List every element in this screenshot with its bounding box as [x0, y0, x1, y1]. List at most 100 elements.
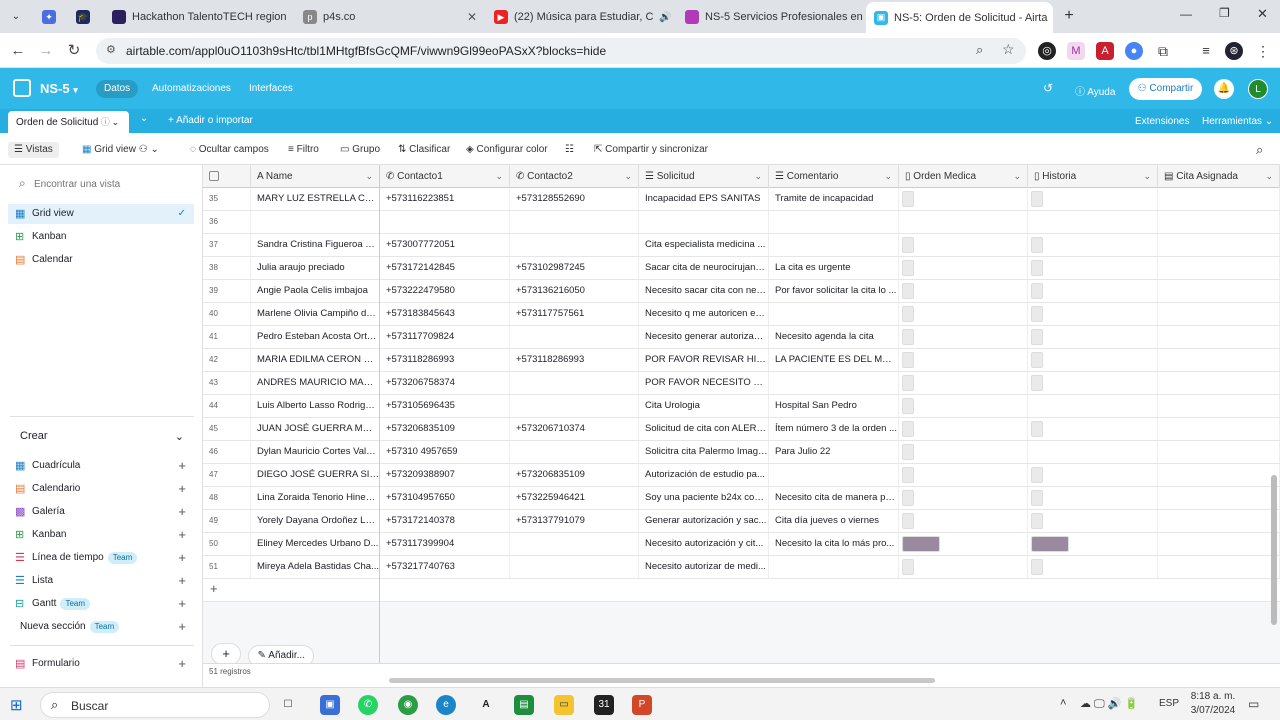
plus-icon[interactable]: + [178, 525, 186, 545]
cell-c2[interactable]: +573206710374 [510, 418, 639, 440]
cell-name[interactable]: Yorely Dayana Ordoñez Lat... [251, 510, 380, 532]
cell-com[interactable]: Ítem número 3 de la orden ... [769, 418, 899, 440]
plus-icon[interactable]: + [178, 654, 186, 674]
whatsapp-icon[interactable]: ✆ [358, 695, 378, 715]
bookmark-star-icon[interactable]: ☆ [1002, 41, 1015, 58]
attachment-thumbnail[interactable] [1031, 490, 1043, 506]
cell-attachment[interactable] [1028, 464, 1158, 486]
table-row[interactable]: 48 Lina Zoraida Tenorio Hinest... +5731049… [203, 487, 1280, 510]
attachment-thumbnail[interactable] [902, 559, 914, 575]
create-timeline[interactable]: ☰ Línea de tiempo Team + [8, 548, 194, 568]
notifications-bell-icon[interactable]: 🔔 [1214, 79, 1234, 99]
app-icon[interactable]: ▤ [514, 695, 534, 715]
zoom-icon[interactable]: ⌕ [976, 42, 983, 58]
chevron-down-icon[interactable]: ⌄ [1013, 165, 1021, 188]
create-calendar[interactable]: ▤ Calendario + [8, 479, 194, 499]
cell-c2[interactable] [510, 556, 639, 578]
plus-icon[interactable]: + [210, 581, 218, 596]
attachment-thumbnail[interactable] [902, 490, 914, 506]
search-icon[interactable]: ⌕ [1256, 142, 1263, 158]
cell-com[interactable]: La cita es urgente [769, 257, 899, 279]
cell-sol[interactable]: Solicitra cita Palermo Imagen [639, 441, 769, 463]
cell-com[interactable] [769, 303, 899, 325]
vertical-scrollbar[interactable] [1271, 475, 1277, 625]
cell-attachment[interactable] [1028, 418, 1158, 440]
cell-attachment[interactable] [1028, 441, 1158, 463]
cell-name[interactable]: Luis Alberto Lasso Rodriguez [251, 395, 380, 417]
chevron-down-icon[interactable]: ⌄ [1265, 165, 1273, 188]
attachment-thumbnail[interactable] [902, 398, 914, 414]
attachment-thumbnail[interactable] [1031, 421, 1043, 437]
cell-attachment[interactable] [899, 211, 1028, 233]
cell-c1[interactable]: +573206758374 [380, 372, 510, 394]
tab-list-chevron-icon[interactable]: ⌄ [8, 9, 24, 25]
cell-sol[interactable]: Solicitud de cita con ALERG... [639, 418, 769, 440]
column-header-comentario[interactable]: ☰ Comentario ⌄ [769, 165, 899, 188]
cell-com[interactable] [769, 234, 899, 256]
cell-c2[interactable]: +573225946421 [510, 487, 639, 509]
cell-attachment[interactable] [899, 510, 1028, 532]
column-header-contacto1[interactable]: ✆ Contacto1 ⌄ [380, 165, 510, 188]
horizontal-scrollbar[interactable] [389, 678, 935, 683]
cell-c2[interactable]: +573118286993 [510, 349, 639, 371]
cell-c2[interactable] [510, 234, 639, 256]
cell-name[interactable] [251, 211, 380, 233]
cell-name[interactable]: Sandra Cristina Figueroa D... [251, 234, 380, 256]
plus-icon[interactable]: + [178, 479, 186, 499]
cell-sol[interactable]: Necesito autorización y cit... [639, 533, 769, 555]
cell-c1[interactable]: +57310 4957659 [380, 441, 510, 463]
cell-com[interactable]: Hospital San Pedro [769, 395, 899, 417]
cell-attachment[interactable] [899, 556, 1028, 578]
profile-icon[interactable]: ⊛ [1225, 42, 1243, 60]
extension-icon[interactable]: ◎ [1038, 42, 1056, 60]
cell-c1[interactable] [380, 211, 510, 233]
cell-name[interactable]: Dylan Mauricio Cortes Vale... [251, 441, 380, 463]
attachment-thumbnail[interactable] [1031, 283, 1043, 299]
attachment-thumbnail[interactable] [1031, 513, 1043, 529]
cell-c1[interactable]: +573104957650 [380, 487, 510, 509]
cell-c1[interactable]: +573118286993 [380, 349, 510, 371]
clock[interactable]: 8:18 a. m. 3/07/2024 [1186, 690, 1240, 718]
cell-com[interactable] [769, 556, 899, 578]
site-info-icon[interactable]: ⚙ [106, 43, 116, 56]
table-row[interactable]: 36 [203, 211, 1280, 234]
attachment-thumbnail[interactable] [1031, 375, 1043, 391]
cell-cita-asignada[interactable] [1158, 533, 1280, 555]
avatar[interactable]: L [1248, 79, 1268, 99]
attachment-thumbnail[interactable] [1031, 329, 1043, 345]
browser-tab-hackathon[interactable]: Hackathon TalentoTECH region✕ [104, 4, 290, 30]
cell-cita-asignada[interactable] [1158, 326, 1280, 348]
cell-sol[interactable]: POR FAVOR NECESITO QUE... [639, 372, 769, 394]
attachment-thumbnail[interactable] [902, 237, 914, 253]
cell-c2[interactable] [510, 326, 639, 348]
cell-c2[interactable] [510, 441, 639, 463]
cell-name[interactable]: Marlene Olivia Campiño de... [251, 303, 380, 325]
attachment-thumbnail[interactable] [902, 352, 914, 368]
cell-c2[interactable]: +573117757561 [510, 303, 639, 325]
cell-name[interactable]: MARIA EDILMA CERON GO... [251, 349, 380, 371]
table-row[interactable]: 43 ANDRES MAURICIO MARTI... +573206758374 P… [203, 372, 1280, 395]
file-explorer-icon[interactable]: ▭ [554, 695, 574, 715]
cell-sol[interactable]: POR FAVOR REVISAR HIST... [639, 349, 769, 371]
close-icon[interactable]: ✕ [467, 10, 477, 24]
add-plus-button[interactable]: + [211, 643, 241, 665]
view-item-grid[interactable]: ▦ Grid view ✓ [8, 204, 194, 224]
cell-com[interactable]: Por favor solicitar la cita lo ... [769, 280, 899, 302]
edge-icon[interactable]: e [436, 695, 456, 715]
cell-c1[interactable]: +573105696435 [380, 395, 510, 417]
tray-chevron-icon[interactable]: ˄ [1060, 697, 1066, 709]
attachment-thumbnail[interactable] [902, 513, 914, 529]
forward-icon[interactable]: → [36, 41, 56, 61]
cell-cita-asignada[interactable] [1158, 418, 1280, 440]
help-link[interactable]: ⓘ Ayuda [1075, 83, 1115, 98]
extensions-button[interactable]: Extensiones [1135, 116, 1189, 127]
cell-com[interactable] [769, 372, 899, 394]
table-row[interactable]: 41 Pedro Esteban Acosta Orte... +573117709… [203, 326, 1280, 349]
extension-icon[interactable]: M [1067, 42, 1085, 60]
table-row[interactable]: 46 Dylan Mauricio Cortes Vale... +57310 49… [203, 441, 1280, 464]
powerpoint-icon[interactable]: P [632, 695, 652, 715]
browser-tab-p4s[interactable]: p p4s.co ✕ [295, 4, 485, 30]
table-tab-orden-de-solicitud[interactable]: Orden de Solicitud ⓘ ⌄ [8, 111, 129, 133]
attachment-thumbnail[interactable] [902, 421, 914, 437]
cell-c2[interactable] [510, 372, 639, 394]
